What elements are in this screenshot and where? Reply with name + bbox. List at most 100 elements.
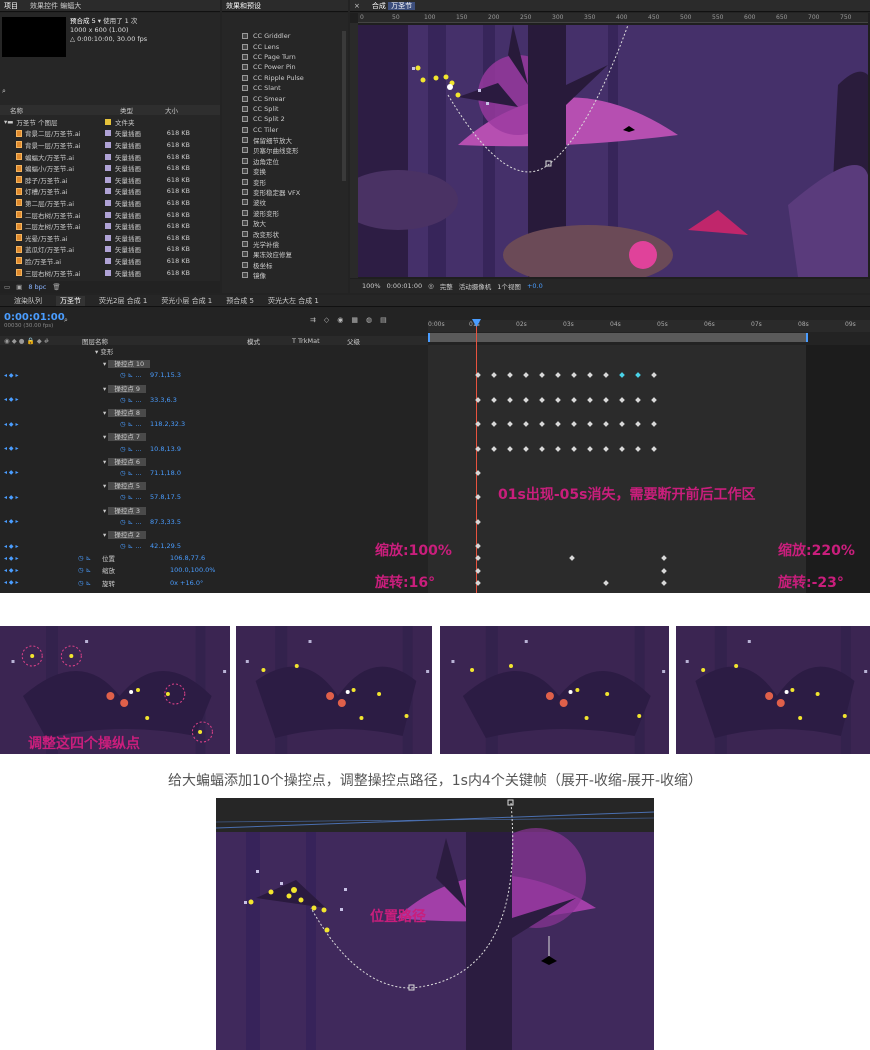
project-item[interactable]: 第二层/万圣节.ai 矢量插画 618 KB [0,197,210,209]
puppet-pin-position-row[interactable]: ◂ ◆ ▸ ◷ ⊾ … 10.8,13.9 [0,443,428,455]
keyframe[interactable] [635,372,641,379]
puppet-pin-position-row[interactable]: ◂ ◆ ▸ ◷ ⊾ … 97.1,15.3 [0,369,428,381]
puppet-pin-value[interactable]: 57.8,17.5 [150,493,181,501]
puppet-pin-value[interactable]: 97.1,15.3 [150,371,181,379]
draft-3d-icon[interactable]: ◇ [324,316,329,324]
puppet-pin-row[interactable]: ▾ 操控点 9 [0,382,428,394]
puppet-pin-row[interactable]: ▾ 操控点 8 [0,406,428,418]
keyframe[interactable] [507,396,513,403]
frame-blend-icon[interactable]: ▦ [351,316,358,324]
keyframe[interactable] [661,567,667,574]
keyframe[interactable] [587,421,593,428]
stopwatch-icon[interactable]: ◷ ⊾ … [120,493,150,501]
effect-item[interactable]: 镜像 [222,270,342,280]
effect-item[interactable]: CC Ripple Pulse [222,73,342,83]
effect-item[interactable]: 改变形状 [222,228,342,239]
keyframe[interactable] [619,396,625,403]
stopwatch-icon[interactable]: ◷ ⊾ … [120,542,150,550]
keyframe[interactable] [603,396,609,403]
camera-snapshot-icon[interactable]: ◎ [428,282,434,290]
puppet-pin-value[interactable]: 10.8,13.9 [150,445,181,453]
keyframe[interactable] [475,518,481,525]
project-item[interactable]: 背景二层/万圣节.ai 矢量插画 618 KB [0,128,210,140]
motion-blur-icon[interactable]: ◍ [366,316,372,324]
keyframe[interactable] [651,396,657,403]
puppet-pin-row[interactable]: ▾ 操控点 6 [0,455,428,467]
comp-tab-name[interactable]: 万圣节 [388,1,416,10]
timeline-tab[interactable]: 荧光大左 合成 1 [268,296,319,306]
label-swatch[interactable] [105,269,111,276]
effect-item[interactable]: CC Griddler [222,31,342,41]
project-item[interactable]: 脸/万圣节.ai 矢量插画 618 KB [0,255,210,267]
puppet-pin-value[interactable]: 42.1,29.5 [150,542,181,550]
keyframe[interactable] [475,579,481,586]
keyframe[interactable] [587,372,593,379]
keyframe[interactable] [539,396,545,403]
effect-item[interactable]: 边角定位 [222,156,342,166]
rotation-value[interactable]: 0x +16.0° [170,579,203,587]
effect-item[interactable]: 放大 [222,218,342,228]
camera-select[interactable]: 活动摄像机 [459,281,492,291]
puppet-pin-value[interactable]: 71.1,18.0 [150,469,181,477]
keyframe[interactable] [571,421,577,428]
keyframe[interactable] [635,421,641,428]
label-swatch[interactable] [105,199,111,206]
col-parent[interactable]: 父级 [347,336,360,346]
keyframe[interactable] [571,396,577,403]
label-swatch[interactable] [105,223,111,230]
timeline-search-icon[interactable]: ⌕ [64,316,68,325]
puppet-pin-row[interactable]: ▾ 操控点 2 [0,528,428,540]
puppet-pin-position-row[interactable]: ◂ ◆ ▸ ◷ ⊾ … 57.8,17.5 [0,491,428,503]
label-swatch[interactable] [105,211,111,218]
label-swatch[interactable] [105,234,111,241]
position-row[interactable]: ◂ ◆ ▸ ◷ ⊾ 位置 106.8,77.6 [0,552,428,564]
keyframe[interactable] [475,567,481,574]
tab-effects-presets[interactable]: 效果和预设 [226,1,261,11]
effect-item[interactable]: 贝塞尔曲线变形 [222,145,342,155]
keyframe[interactable] [539,445,545,452]
graph-editor-icon[interactable]: ▤ [380,316,387,324]
effect-item[interactable]: 保留细节放大 [222,135,342,145]
label-swatch[interactable] [105,165,111,172]
time-ruler[interactable]: 0:00s 01s 02s 03s 04s 05s 06s 07s 08s 09s [428,320,870,332]
effect-item[interactable]: CC Power Pin [222,62,342,72]
keyframe[interactable] [491,372,497,379]
comp-viewer[interactable] [358,25,868,277]
keyframe[interactable] [651,372,657,379]
playhead[interactable] [476,319,477,593]
label-swatch[interactable] [105,153,111,160]
stopwatch-icon[interactable]: ◷ ⊾ … [120,371,150,379]
keyframe[interactable] [555,445,561,452]
puppet-pin-value[interactable]: 87.3,33.5 [150,518,181,526]
keyframe[interactable] [491,445,497,452]
keyframe[interactable] [491,421,497,428]
keyframe[interactable] [507,421,513,428]
keyframe[interactable] [539,372,545,379]
keyframe[interactable] [619,372,625,379]
stopwatch-icon[interactable]: ◷ ⊾ … [120,420,150,428]
project-item[interactable]: 脖子/万圣节.ai 矢量插画 618 KB [0,174,210,186]
work-area-bar[interactable] [428,333,808,342]
project-item[interactable]: 二层左树/万圣节.ai 矢量插画 618 KB [0,220,210,232]
effect-item[interactable]: CC Page Turn [222,52,342,62]
close-icon[interactable]: × [354,2,360,10]
puppet-pin-position-row[interactable]: ◂ ◆ ▸ ◷ ⊾ … 71.1,18.0 [0,467,428,479]
scale-value[interactable]: 100.0,100.0% [170,566,215,574]
rotation-row[interactable]: ◂ ◆ ▸ ◷ ⊾ 旋转 0x +16.0° [0,577,428,589]
quality-select[interactable]: 完整 [440,281,453,291]
effect-item[interactable]: CC Lens [222,41,342,51]
puppet-pin-position-row[interactable]: ◂ ◆ ▸ ◷ ⊾ … 118.2,32.3 [0,418,428,430]
keyframe[interactable] [475,445,481,452]
trash-icon[interactable]: 🗑 [52,283,60,291]
puppet-pin-row[interactable]: ▾ 操控点 3 [0,503,428,515]
keyframe[interactable] [619,445,625,452]
puppet-pin-row[interactable]: ▾ 操控点 5 [0,479,428,491]
timeline-timecode[interactable]: 0:00:01:00 [4,312,65,323]
keyframe[interactable] [475,396,481,403]
effects-scrollbar[interactable] [342,31,346,181]
keyframe[interactable] [555,372,561,379]
keyframe[interactable] [523,421,529,428]
project-item[interactable]: 蝙蝠大/万圣节.ai 矢量插画 618 KB [0,151,210,163]
effect-item[interactable]: CC Smear [222,93,342,103]
effect-item[interactable]: CC Split [222,104,342,114]
